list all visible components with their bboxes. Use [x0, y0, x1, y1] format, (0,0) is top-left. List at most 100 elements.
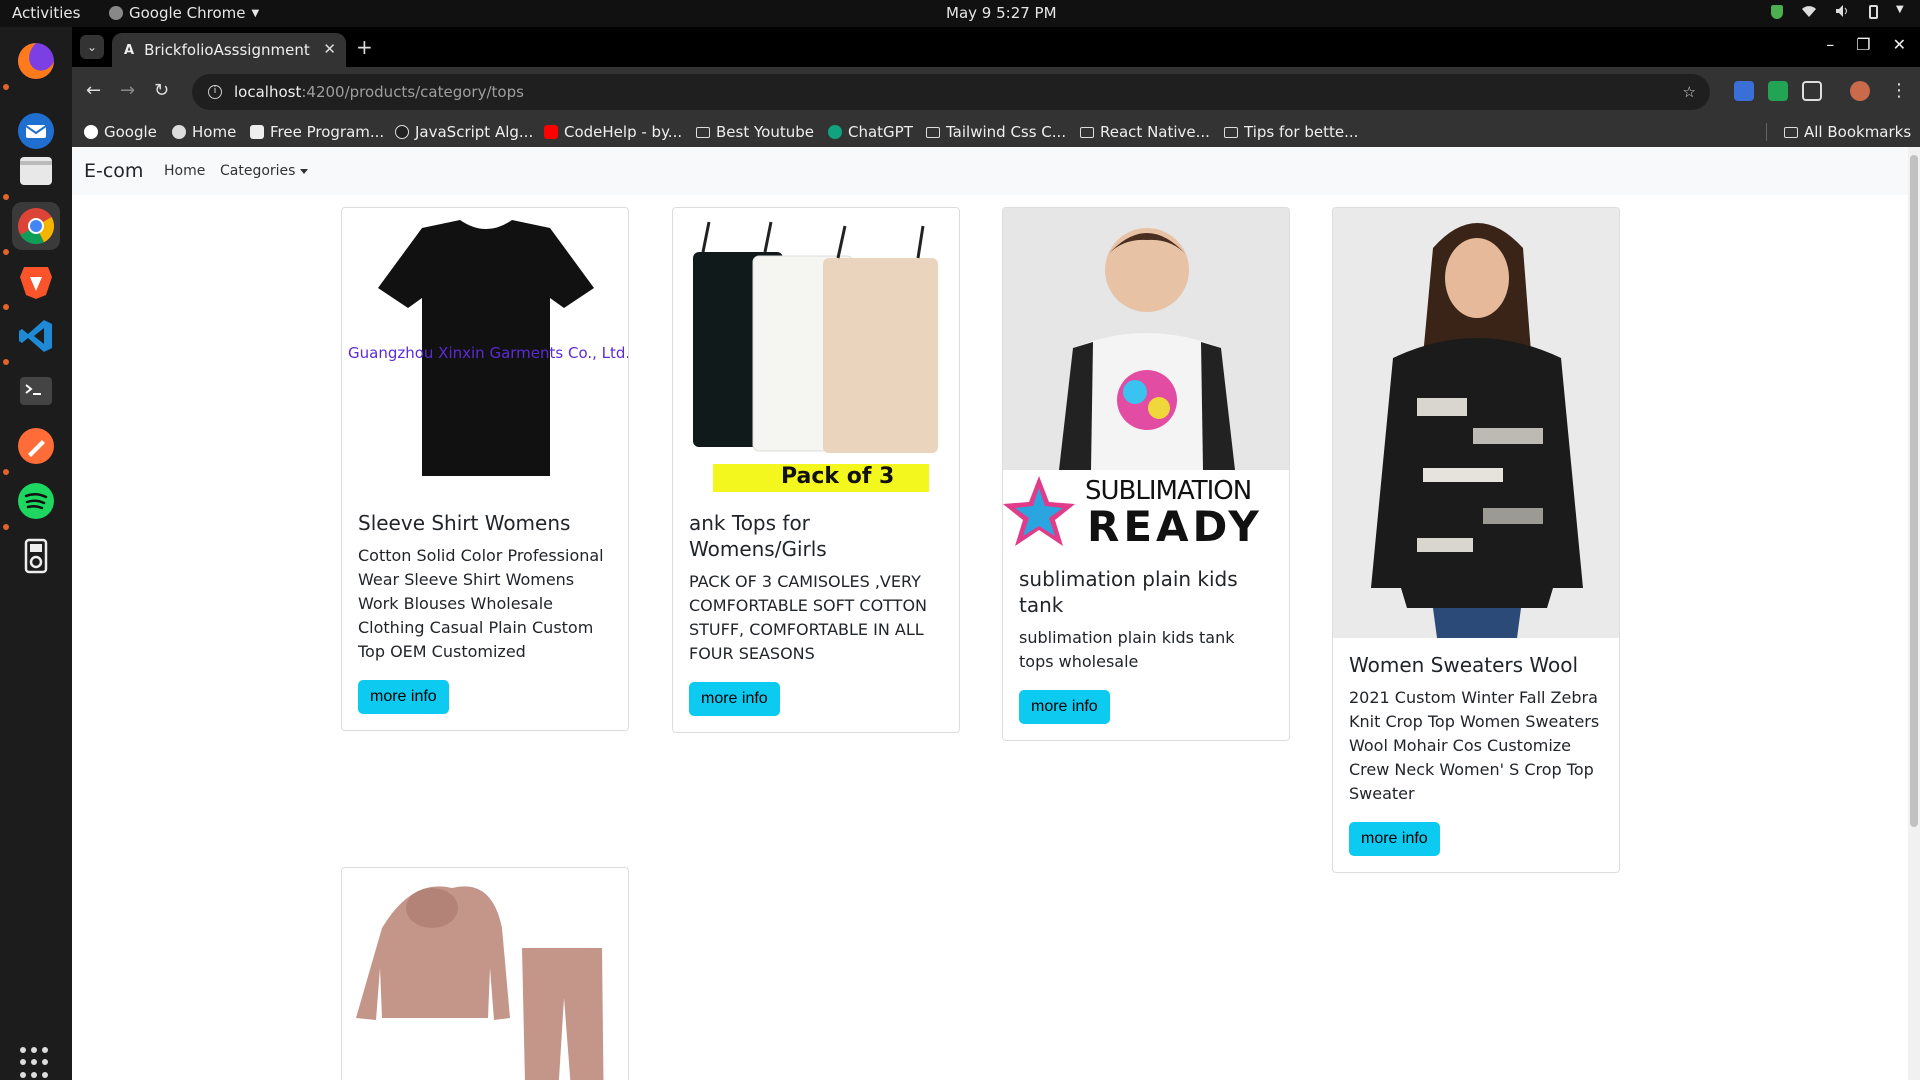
tab-title: BrickfolioAsssignment	[144, 41, 310, 59]
clock[interactable]: May 9 5:27 PM	[946, 4, 1057, 22]
running-indicator	[3, 359, 9, 365]
youtube-icon	[544, 125, 558, 139]
product-title: sublimation plain kids tank	[1019, 567, 1238, 617]
app-menu-label: Google Chrome	[129, 4, 246, 22]
bookmark-star-icon[interactable]: ☆	[1683, 83, 1696, 101]
show-apps-icon[interactable]	[20, 1047, 52, 1079]
bookmark-google[interactable]: Google	[84, 123, 157, 141]
restore-icon[interactable]: ❐	[1856, 35, 1870, 54]
product-card: Guangzhou Xinxin Garments Co., Ltd. Slee…	[341, 207, 629, 731]
product-description: sublimation plain kids tank tops wholesa…	[1019, 628, 1235, 671]
bookmark-tips[interactable]: Tips for bette...	[1224, 123, 1358, 141]
all-bookmarks[interactable]: All Bookmarks	[1784, 123, 1911, 141]
brave-icon[interactable]	[12, 257, 60, 305]
running-indicator	[3, 304, 9, 310]
forward-icon[interactable]: →	[120, 80, 135, 101]
chrome-icon[interactable]	[12, 202, 60, 250]
profile-avatar[interactable]	[1850, 81, 1870, 101]
vscode-icon[interactable]	[12, 312, 60, 360]
more-info-button[interactable]: more info	[1349, 822, 1440, 856]
bookmark-best-youtube[interactable]: Best Youtube	[696, 123, 814, 141]
bookmark-free-program[interactable]: Free Program...	[250, 123, 384, 141]
back-icon[interactable]: ←	[86, 80, 101, 101]
close-window-icon[interactable]: ✕	[1893, 35, 1906, 54]
bookmark-chatgpt[interactable]: ChatGPT	[828, 123, 913, 141]
folder-icon	[696, 126, 710, 138]
activities-button[interactable]: Activities	[12, 4, 80, 22]
product-card	[341, 867, 629, 1080]
tab-search-button[interactable]: ⌄	[80, 35, 104, 59]
bookmark-javascript-alg[interactable]: JavaScript Alg...	[395, 123, 533, 141]
product-title: Women Sweaters Wool	[1349, 653, 1579, 677]
translate-extension-icon[interactable]	[1734, 81, 1754, 101]
spotify-icon[interactable]	[12, 477, 60, 525]
freecodecamp-icon	[250, 125, 264, 139]
power-menu-icon: ▼	[1896, 4, 1904, 15]
usb-drive-icon[interactable]	[12, 532, 60, 580]
window-controls: – ❐ ✕	[1826, 35, 1906, 54]
scrollbar-thumb[interactable]	[1910, 155, 1918, 827]
bookmark-tailwind[interactable]: Tailwind Css C...	[926, 123, 1066, 141]
terminal-icon[interactable]	[12, 367, 60, 415]
tab-strip: ⌄ A BrickfolioAsssignment ✕ + – ❐ ✕	[72, 27, 1920, 67]
bookmark-home[interactable]: Home	[172, 123, 236, 141]
nav-categories-label: Categories	[220, 163, 296, 179]
site-info-icon[interactable]: i	[208, 85, 222, 99]
more-info-button[interactable]: more info	[358, 680, 449, 714]
bookmark-codehelp[interactable]: CodeHelp - by...	[544, 123, 682, 141]
lock-extension-icon[interactable]	[1768, 81, 1788, 101]
more-info-button[interactable]: more info	[1019, 690, 1110, 724]
nav-categories-dropdown[interactable]: Categories	[220, 163, 309, 179]
running-indicator	[3, 469, 9, 475]
camisoles-image	[693, 221, 938, 492]
product-description: Cotton Solid Color Professional Wear Sle…	[358, 546, 604, 661]
folder-icon	[1080, 126, 1094, 138]
reload-icon[interactable]: ↻	[154, 80, 169, 101]
url-path: :4200/products/category/tops	[301, 83, 524, 101]
page-viewport: E-com Home Categories Guangzhou Xinxin G…	[72, 147, 1920, 1080]
page-scrollbar[interactable]	[1908, 147, 1920, 1080]
app-menu[interactable]: Google Chrome ▼	[109, 4, 259, 22]
globe-icon	[172, 125, 186, 139]
bookmarks-divider	[1766, 123, 1767, 141]
new-tab-button[interactable]: +	[356, 35, 373, 59]
ready-label: READY	[1087, 502, 1263, 551]
more-info-button[interactable]: more info	[689, 682, 780, 716]
caret-down-icon	[300, 168, 309, 174]
extensions-puzzle-icon[interactable]	[1802, 81, 1822, 101]
bookmark-react-native[interactable]: React Native...	[1080, 123, 1210, 141]
running-indicator	[3, 249, 9, 255]
product-description: 2021 Custom Winter Fall Zebra Knit Crop …	[1349, 688, 1600, 803]
more-menu-icon[interactable]: ⋮	[1890, 80, 1908, 101]
navbar-brand[interactable]: E-com	[84, 160, 143, 182]
address-bar[interactable]: i localhost:4200/products/category/tops …	[192, 74, 1710, 110]
product-card: SUBLIMATION READY sublimation plain kids…	[1002, 207, 1290, 741]
url-host: localhost	[234, 83, 302, 101]
nav-home-link[interactable]: Home	[164, 163, 205, 179]
running-indicator	[3, 524, 9, 530]
files-icon[interactable]	[12, 147, 60, 195]
url-text: localhost:4200/products/category/tops	[234, 83, 524, 101]
angular-favicon-icon: A	[124, 42, 135, 58]
site-navbar: E-com Home Categories	[72, 147, 1908, 195]
active-tab[interactable]: A BrickfolioAsssignment ✕	[112, 33, 346, 67]
chevron-down-icon: ▼	[251, 7, 260, 19]
shield-icon	[1771, 5, 1783, 19]
product-image: Pack of 3	[673, 208, 959, 496]
dock	[0, 27, 72, 1080]
hoodie-set-image	[356, 886, 604, 1080]
postman-icon[interactable]	[12, 422, 60, 470]
product-image: SUBLIMATION READY	[1003, 208, 1289, 552]
card-body: sublimation plain kids tank sublimation …	[1003, 552, 1289, 740]
card-body: ank Tops for Womens/Girls PACK OF 3 CAMI…	[673, 496, 959, 732]
product-image: Guangzhou Xinxin Garments Co., Ltd.	[342, 208, 628, 496]
folder-icon	[926, 126, 940, 138]
system-tray[interactable]: ▼	[1771, 4, 1906, 20]
chrome-small-icon	[109, 6, 123, 20]
close-tab-icon[interactable]: ✕	[323, 40, 336, 58]
minimize-icon[interactable]: –	[1826, 35, 1834, 54]
google-icon	[84, 125, 98, 139]
product-image	[1333, 208, 1619, 638]
firefox-icon[interactable]	[12, 37, 60, 85]
bookmarks-bar: Google Home Free Program... JavaScript A…	[72, 117, 1920, 147]
